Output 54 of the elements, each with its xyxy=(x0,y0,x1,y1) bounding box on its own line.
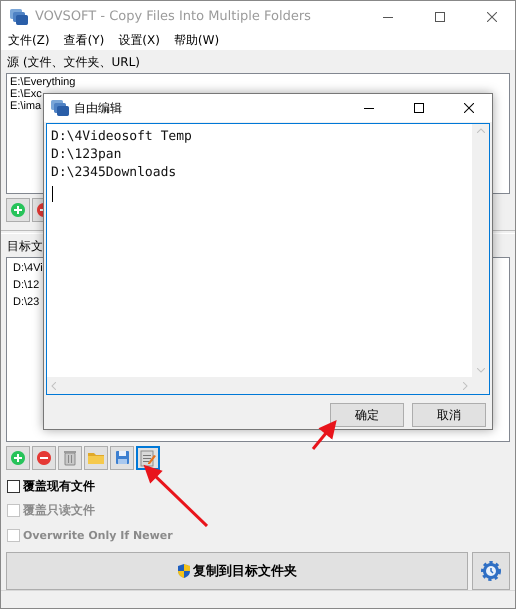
list-item[interactable]: E:\Everything xyxy=(10,76,76,88)
trash-button[interactable] xyxy=(58,446,82,470)
app-icon xyxy=(50,99,70,117)
folder-icon xyxy=(87,450,105,466)
text-area[interactable]: D:\4Videosoft Temp D:\123pan D:\2345Downloads xyxy=(46,123,490,395)
list-item[interactable]: E:\Exc xyxy=(10,88,42,100)
plus-icon xyxy=(10,202,26,218)
arrow xyxy=(312,420,337,450)
menu-item[interactable]: 帮助(W) xyxy=(174,32,220,50)
menu-item[interactable]: 查看(Y) xyxy=(64,32,104,50)
text-cursor xyxy=(52,186,53,202)
app-icon xyxy=(9,8,29,26)
section-label: 目标文 xyxy=(6,238,44,255)
window-title: VOVSOFT - Copy Files Into Multiple Folders xyxy=(35,9,312,24)
folder-button[interactable] xyxy=(84,446,108,470)
vertical-scrollbar[interactable] xyxy=(472,124,489,377)
cancel-button[interactable]: 取消 xyxy=(412,403,486,427)
list-item[interactable]: D:\23 xyxy=(13,296,40,308)
checkbox-label: 覆盖现有文件 xyxy=(23,478,95,495)
ok-button[interactable]: 确定 xyxy=(330,403,404,427)
maximize-icon[interactable] xyxy=(414,103,424,113)
scroll-down-icon[interactable] xyxy=(476,368,484,373)
close-icon[interactable] xyxy=(464,103,474,113)
checkbox-label: Overwrite Only If Newer xyxy=(23,529,173,542)
copy-button[interactable]: 复制到目标文件夹 xyxy=(6,552,468,590)
section-label: 源 (文件、文件夹、URL) xyxy=(6,54,141,71)
add-button[interactable] xyxy=(6,446,30,470)
horizontal-scrollbar[interactable] xyxy=(47,377,472,394)
add-button[interactable] xyxy=(6,198,30,222)
menu-item[interactable]: 设置(X) xyxy=(118,32,160,50)
scroll-up-icon[interactable] xyxy=(476,128,484,133)
list-item[interactable]: D:\12 xyxy=(13,278,40,291)
arrow xyxy=(144,464,208,528)
edit-button[interactable] xyxy=(136,446,160,470)
scroll-left-icon[interactable] xyxy=(51,382,56,390)
checkbox-label: 覆盖只读文件 xyxy=(23,502,95,520)
list-item[interactable]: D:\4Vi xyxy=(13,262,43,274)
menu-item[interactable]: 文件(Z) xyxy=(8,32,50,50)
settings-button[interactable] xyxy=(472,552,510,590)
maximize-icon[interactable] xyxy=(435,12,445,22)
remove-button[interactable] xyxy=(32,446,56,470)
trash-icon xyxy=(63,450,77,466)
gear-icon xyxy=(479,559,503,584)
shield-icon xyxy=(177,563,191,580)
minus-icon xyxy=(36,450,52,466)
scroll-right-icon[interactable] xyxy=(463,382,468,390)
close-icon[interactable] xyxy=(487,12,497,22)
list-item[interactable]: E:\ima xyxy=(10,100,42,112)
notepad-pencil-icon xyxy=(140,448,156,467)
text-content: D:\4Videosoft Temp D:\123pan D:\2345Downloads xyxy=(50,128,193,182)
dialog-title: 自由编辑 xyxy=(74,100,123,116)
checkbox[interactable] xyxy=(7,480,20,493)
save-button[interactable] xyxy=(110,446,134,470)
plus-icon xyxy=(10,450,26,466)
